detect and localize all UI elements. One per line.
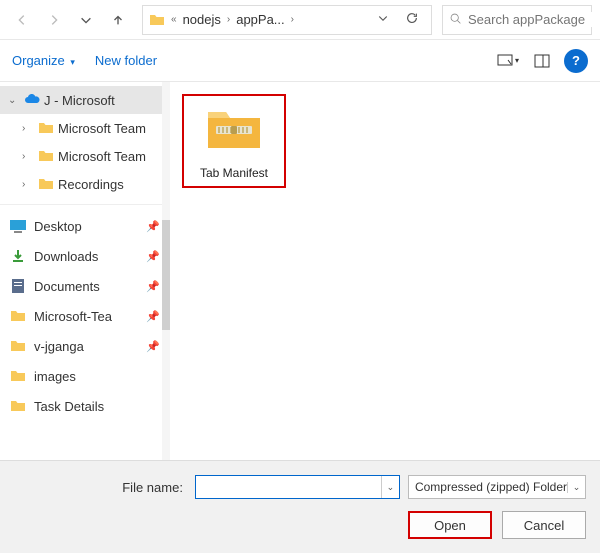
tree-root-onedrive[interactable]: ⌄ J - Microsoft <box>0 86 170 114</box>
tree-item[interactable]: › Microsoft Team <box>0 114 170 142</box>
file-name: Tab Manifest <box>200 166 268 180</box>
preview-pane-button[interactable] <box>530 49 554 73</box>
pin-icon: 📌 <box>146 310 160 323</box>
folder-icon <box>38 148 54 164</box>
documents-icon <box>8 276 28 296</box>
quick-access-item[interactable]: v-jganga 📌 <box>0 331 170 361</box>
filter-dropdown[interactable]: ⌄ <box>567 482 585 493</box>
command-bar: Organize ▾ New folder ▾ ? <box>0 40 600 82</box>
divider <box>0 204 170 205</box>
breadcrumb-item[interactable]: appPa... <box>236 12 284 27</box>
main-area: ⌄ J - Microsoft › Microsoft Team › Micro… <box>0 82 600 460</box>
forward-button[interactable] <box>40 6 68 34</box>
desktop-icon <box>8 216 28 236</box>
filename-label: File name: <box>0 480 187 495</box>
quick-access-label: Downloads <box>34 249 98 264</box>
quick-access-item[interactable]: Microsoft-Tea 📌 <box>0 301 170 331</box>
chevron-right-icon: › <box>22 179 34 190</box>
quick-access-desktop[interactable]: Desktop 📌 <box>0 211 170 241</box>
quick-access-label: Task Details <box>34 399 104 414</box>
breadcrumb-item[interactable]: nodejs <box>183 12 221 27</box>
up-button[interactable] <box>104 6 132 34</box>
quick-access-label: images <box>34 369 76 384</box>
chevron-down-icon: ⌄ <box>8 95 20 106</box>
file-tile-tab-manifest[interactable]: Tab Manifest <box>182 94 286 188</box>
folder-tree: ⌄ J - Microsoft › Microsoft Team › Micro… <box>0 82 170 425</box>
pin-icon: 📌 <box>146 280 160 293</box>
sidebar-scrollbar-thumb[interactable] <box>162 220 170 330</box>
new-folder-button[interactable]: New folder <box>95 53 157 68</box>
filter-combo[interactable]: Compressed (zipped) Folder ⌄ <box>408 475 586 499</box>
tree-label: J - Microsoft <box>44 93 115 108</box>
filename-history-dropdown[interactable]: ⌄ <box>381 476 399 498</box>
tree-label: Microsoft Team <box>58 149 146 164</box>
filename-combo[interactable]: ⌄ <box>195 475 400 499</box>
chevron-right-icon: › <box>291 14 294 25</box>
quick-access-item[interactable]: Task Details <box>0 391 170 421</box>
folder-icon <box>8 306 28 326</box>
search-box[interactable] <box>442 5 592 35</box>
quick-access-item[interactable]: images <box>0 361 170 391</box>
filter-label: Compressed (zipped) Folder <box>415 480 567 494</box>
onedrive-icon <box>24 92 40 108</box>
search-input[interactable] <box>468 12 600 27</box>
folder-icon <box>38 120 54 136</box>
filename-input[interactable] <box>196 476 381 498</box>
recent-dropdown[interactable] <box>72 6 100 34</box>
refresh-button[interactable] <box>399 11 425 28</box>
folder-icon <box>8 396 28 416</box>
quick-access-documents[interactable]: Documents 📌 <box>0 271 170 301</box>
zip-folder-icon <box>206 104 262 152</box>
nav-sidebar: ⌄ J - Microsoft › Microsoft Team › Micro… <box>0 82 170 460</box>
tree-item[interactable]: › Microsoft Team <box>0 142 170 170</box>
quick-access-label: Documents <box>34 279 100 294</box>
help-button[interactable]: ? <box>564 49 588 73</box>
quick-access-label: Desktop <box>34 219 82 234</box>
file-list-area[interactable]: Tab Manifest <box>170 82 600 460</box>
downloads-icon <box>8 246 28 266</box>
folder-icon <box>8 336 28 356</box>
pin-icon: 📌 <box>146 340 160 353</box>
address-dropdown[interactable] <box>373 12 393 27</box>
search-icon <box>449 12 462 28</box>
folder-icon <box>149 12 165 28</box>
chevron-right-icon: › <box>22 151 34 162</box>
quick-access-list: Desktop 📌 Downloads 📌 Documents 📌 Micros… <box>0 211 170 421</box>
address-bar[interactable]: « nodejs › appPa... › <box>142 5 432 35</box>
back-button[interactable] <box>8 6 36 34</box>
quick-access-downloads[interactable]: Downloads 📌 <box>0 241 170 271</box>
chevron-right-icon: › <box>22 123 34 134</box>
quick-access-label: v-jganga <box>34 339 84 354</box>
cancel-button[interactable]: Cancel <box>502 511 586 539</box>
folder-icon <box>8 366 28 386</box>
chevron-right-icon: › <box>227 14 230 25</box>
nav-toolbar: « nodejs › appPa... › <box>0 0 600 40</box>
pin-icon: 📌 <box>146 220 160 233</box>
tree-item[interactable]: › Recordings <box>0 170 170 198</box>
folder-icon <box>38 176 54 192</box>
tree-label: Microsoft Team <box>58 121 146 136</box>
tree-label: Recordings <box>58 177 124 192</box>
organize-menu[interactable]: Organize ▾ <box>12 53 75 68</box>
pin-icon: 📌 <box>146 250 160 263</box>
breadcrumb-prefix: « <box>171 14 177 25</box>
dialog-footer: File name: ⌄ Compressed (zipped) Folder … <box>0 460 600 553</box>
quick-access-label: Microsoft-Tea <box>34 309 112 324</box>
view-options-button[interactable]: ▾ <box>496 49 520 73</box>
open-button[interactable]: Open <box>408 511 492 539</box>
